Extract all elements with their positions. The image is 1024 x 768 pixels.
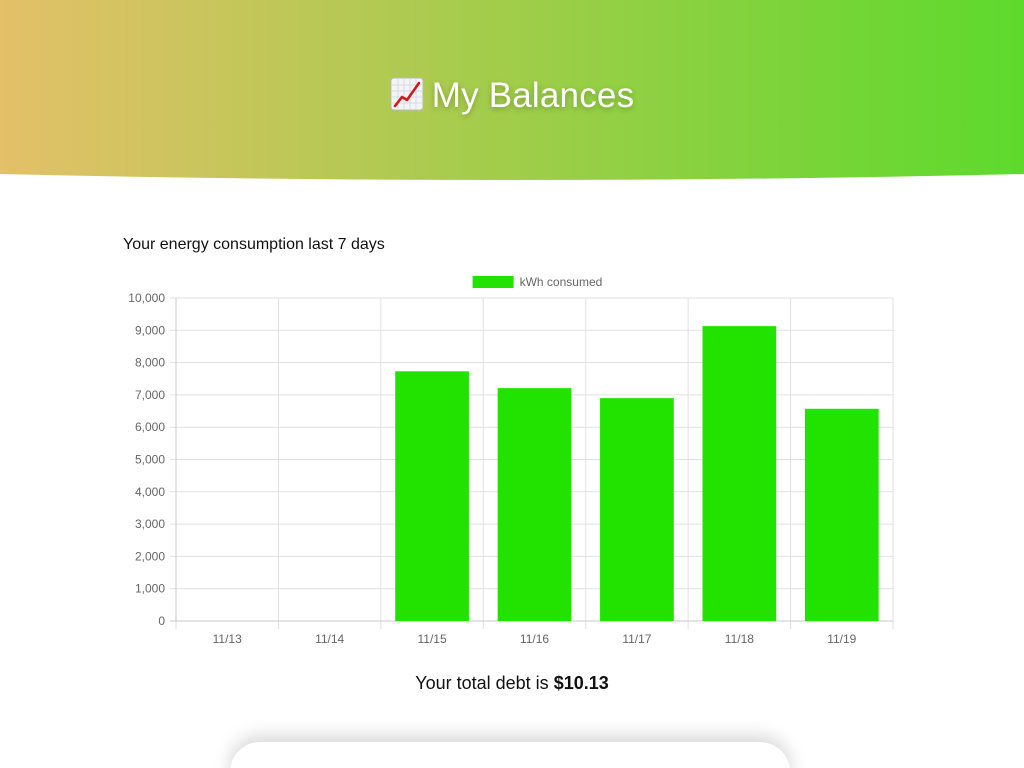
y-tick-label: 5,000 [135,453,165,467]
page-title-text: My Balances [431,76,635,115]
y-tick-label: 2,000 [135,549,165,563]
legend-label: kWh consumed [520,275,603,289]
x-tick-label: 11/19 [827,632,856,646]
header-banner: My Balances [0,0,1024,200]
y-tick-label: 10,000 [128,291,165,305]
y-tick-label: 3,000 [135,517,165,531]
y-tick-label: 4,000 [135,485,165,499]
y-tick-label: 0 [158,614,165,628]
debt-amount: $10.13 [553,673,609,693]
x-tick-label: 11/17 [622,632,651,646]
chart-svg: 0 1,000 2,000 3,000 4,000 5,000 6,000 7,000 8,00… [128,275,894,646]
x-tick-label: 11/16 [520,632,549,646]
bar-11-18 [702,326,777,621]
x-tick-label: 11/14 [315,632,344,646]
y-tick-label: 1,000 [135,582,165,596]
bar-11-19 [804,408,879,621]
y-tick-label: 6,000 [135,420,165,434]
card-edge [230,742,790,768]
y-tick-label: 8,000 [135,356,165,370]
x-tick-label: 11/18 [725,632,754,646]
y-tick-label: 7,000 [135,388,165,402]
x-tick-label: 11/13 [213,632,242,646]
bar-11-17 [600,398,674,621]
legend-swatch [472,276,514,288]
chart-title: Your energy consumption last 7 days [123,236,385,253]
debt-summary: Your total debt is $10.13 [0,673,1024,694]
page: My Balances Your energy consumption last… [0,0,1024,768]
bar-11-16 [497,388,572,621]
chart-increasing-icon [390,77,424,111]
x-tick-label: 11/15 [418,632,447,646]
y-tick-label: 9,000 [135,323,165,337]
bar-11-15 [395,371,469,621]
page-title: My Balances [0,76,1024,116]
bar-chart: 0 1,000 2,000 3,000 4,000 5,000 6,000 7,000 8,00… [100,268,920,658]
debt-label: Your total debt is [415,673,549,693]
